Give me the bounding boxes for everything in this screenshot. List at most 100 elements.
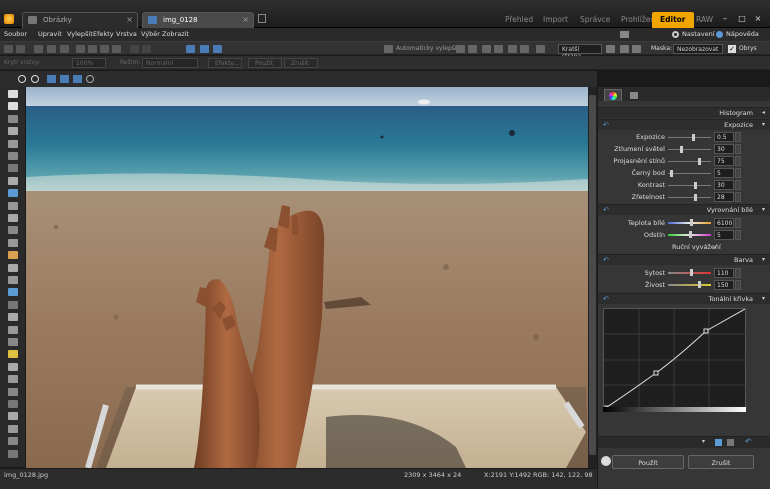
sharpen-icon[interactable] (482, 45, 491, 53)
effects-button[interactable]: Efekty... (208, 58, 242, 68)
slider-track[interactable] (668, 219, 711, 226)
apply-button[interactable]: Použít (612, 455, 684, 469)
split-view-icon[interactable] (200, 45, 209, 53)
levels-icon[interactable] (456, 45, 465, 53)
slider-track[interactable] (668, 269, 711, 276)
slider-track[interactable] (668, 281, 711, 288)
tool-icon-25[interactable] (8, 400, 18, 408)
tool-icon-27[interactable] (8, 424, 18, 433)
layer-cancel-button[interactable]: Zrušit (284, 58, 318, 68)
zoom-in-icon[interactable] (18, 75, 26, 83)
apply-icon[interactable] (601, 456, 611, 466)
slider-handle[interactable] (694, 182, 697, 189)
reset-icon[interactable]: ↶ (603, 206, 609, 214)
image-canvas[interactable] (26, 87, 588, 468)
undo-icon[interactable] (4, 45, 13, 53)
undo-all-icon[interactable]: ↶ (745, 437, 752, 446)
slider-track[interactable] (668, 158, 711, 165)
tab-info[interactable] (626, 89, 644, 101)
tool-icon-8[interactable] (8, 189, 18, 198)
slider-handle[interactable] (690, 219, 693, 226)
menu-item-4[interactable]: Vrstva (116, 30, 137, 38)
fit-icon[interactable] (620, 45, 629, 53)
size-select[interactable]: Kratší strana (558, 44, 602, 60)
slider-track[interactable] (668, 182, 711, 189)
scrollbar-thumb[interactable] (589, 95, 596, 455)
slider-track[interactable] (668, 231, 711, 238)
spinner-icon[interactable] (735, 180, 741, 190)
size-icon[interactable] (606, 45, 615, 53)
tool-icon-5[interactable] (8, 152, 18, 160)
slider-value-input[interactable]: 30 (714, 144, 734, 154)
close-window-icon[interactable]: × (753, 14, 763, 24)
tool-icon-0[interactable] (8, 90, 18, 98)
cancel-button[interactable]: Zrušit (688, 455, 754, 469)
actual-size-icon[interactable] (47, 75, 56, 83)
copy-icon[interactable] (76, 45, 85, 53)
tool-icon-26[interactable] (8, 412, 18, 421)
outline-checkbox[interactable]: ✓ (728, 45, 736, 53)
spinner-icon[interactable] (735, 168, 741, 178)
slider-value-input[interactable]: 5 (714, 230, 734, 240)
flip-icon[interactable] (130, 45, 139, 53)
slider-handle[interactable] (692, 134, 695, 141)
tool-icon-24[interactable] (8, 387, 18, 396)
tool-icon-22[interactable] (8, 362, 18, 371)
minimize-icon[interactable]: – (720, 14, 730, 24)
gear-icon[interactable] (672, 31, 679, 38)
slider-value-input[interactable]: 30 (714, 180, 734, 190)
load-preset-icon[interactable] (727, 439, 734, 446)
spinner-icon[interactable] (735, 144, 741, 154)
zoom-out-icon[interactable] (31, 75, 39, 83)
reset-icon[interactable]: ↶ (603, 295, 609, 303)
tool-icon-16[interactable] (8, 288, 18, 297)
print-icon[interactable] (60, 45, 69, 53)
preset-dropdown-icon[interactable]: ▾ (702, 438, 705, 445)
spinner-icon[interactable] (735, 280, 741, 290)
reset-icon[interactable]: ↶ (603, 256, 609, 264)
slider-handle[interactable] (698, 281, 701, 288)
tool-icon-2[interactable] (8, 114, 18, 123)
curves-icon[interactable] (468, 45, 477, 53)
spinner-icon[interactable] (735, 268, 741, 278)
spinner-icon[interactable] (735, 132, 741, 142)
slider-value-input[interactable]: 75 (714, 156, 734, 166)
slider-value-input[interactable]: 28 (714, 192, 734, 202)
help-menu[interactable]: Nápověda (726, 30, 759, 38)
spinner-icon[interactable] (735, 192, 741, 202)
redo-icon[interactable] (16, 45, 25, 53)
menu-item-1[interactable]: Upravit (38, 30, 62, 38)
open-icon[interactable] (34, 45, 43, 53)
tool-icon-10[interactable] (8, 214, 18, 222)
slider-handle[interactable] (693, 194, 697, 201)
tab-editor[interactable]: img_0128 × (142, 12, 254, 28)
menu-item-2[interactable]: Vylepšit (67, 30, 93, 38)
slider-track[interactable] (668, 134, 711, 141)
spinner-icon[interactable] (735, 230, 741, 240)
mask-select[interactable]: Nezobrazovat (673, 44, 723, 54)
tool-icon-29[interactable] (8, 449, 18, 458)
tool-icon-7[interactable] (8, 176, 18, 185)
vertical-scrollbar[interactable] (588, 87, 597, 468)
tool-icon-3[interactable] (8, 127, 18, 136)
white-balance-header[interactable]: ↶ Vyrovnání bílé ▾ (598, 204, 770, 215)
tool-icon-11[interactable] (8, 226, 18, 235)
slider-handle[interactable] (690, 269, 693, 276)
slider-handle[interactable] (680, 146, 683, 153)
fullscreen-icon[interactable] (73, 75, 82, 83)
color-icon[interactable] (508, 45, 517, 53)
tool-icon-28[interactable] (8, 437, 18, 446)
resize-icon[interactable] (142, 45, 151, 53)
tool-icon-15[interactable] (8, 276, 18, 284)
more-tools-icon[interactable] (520, 45, 529, 53)
layer-opacity-input[interactable]: 100% (72, 58, 106, 68)
reset-icon[interactable]: ↶ (603, 121, 609, 129)
tool-icon-6[interactable] (8, 164, 18, 173)
tone-curve-editor[interactable] (602, 308, 746, 412)
slider-value-input[interactable]: 6100 (714, 218, 734, 228)
fit-window-icon[interactable] (60, 75, 69, 83)
tool-icon-23[interactable] (8, 375, 18, 384)
blend-mode-select[interactable]: Normální (142, 58, 198, 68)
tone-curve-header[interactable]: ↶ Tonální křivka ▾ (598, 293, 770, 304)
tool-icon-4[interactable] (8, 139, 18, 148)
